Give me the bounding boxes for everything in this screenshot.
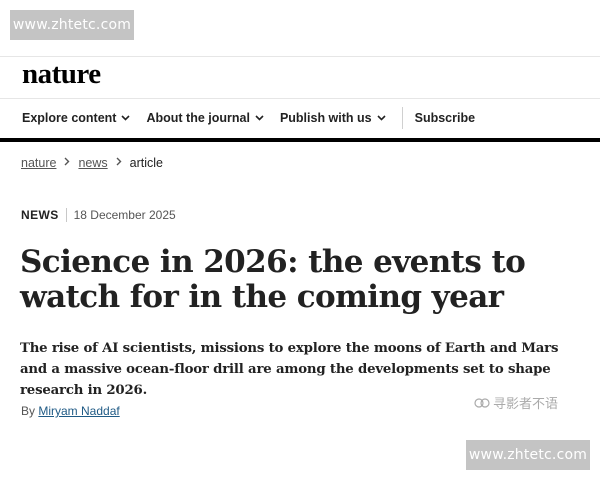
author-link[interactable]: Miryam Naddaf — [38, 404, 119, 418]
byline-prefix: By — [21, 404, 39, 418]
nav-about-the-journal[interactable]: About the journal — [146, 111, 264, 125]
article-meta: NEWS 18 December 2025 — [21, 208, 176, 222]
article-date: 18 December 2025 — [73, 208, 176, 222]
breadcrumb-home-link[interactable]: nature — [21, 156, 56, 170]
chevron-down-icon — [121, 115, 131, 121]
corner-watermark: 寻影者不语 — [474, 393, 558, 412]
breadcrumb: nature news article — [21, 156, 163, 170]
meta-separator — [65, 208, 67, 222]
main-nav: Explore content About the journal Publis… — [22, 100, 491, 136]
nav-subscribe[interactable]: Subscribe — [415, 111, 475, 125]
nav-bottom-bar — [0, 138, 600, 142]
nav-publish-with-us[interactable]: Publish with us — [280, 111, 386, 125]
chevron-down-icon — [255, 115, 264, 121]
watermark-logo-icon — [474, 396, 490, 410]
chevron-right-icon — [116, 157, 122, 169]
corner-watermark-text: 寻影者不语 — [493, 397, 559, 412]
nav-about-label: About the journal — [146, 111, 250, 125]
article-standfirst: The rise of AI scientists, missions to e… — [20, 341, 559, 398]
article-byline: By Miryam Naddaf — [21, 404, 120, 418]
article-type: NEWS — [21, 208, 59, 222]
watermark-bottom: www.zhtetc.com — [466, 440, 590, 470]
breadcrumb-section-link[interactable]: news — [78, 156, 107, 170]
chevron-down-icon — [377, 115, 386, 121]
nav-subscribe-label: Subscribe — [414, 111, 476, 125]
header-divider — [0, 56, 600, 57]
nav-separator — [401, 107, 403, 129]
watermark-top: www.zhtetc.com — [10, 10, 134, 40]
nav-explore-content-label: Explore content — [22, 111, 117, 125]
breadcrumb-current: article — [129, 156, 163, 170]
nav-explore-content[interactable]: Explore content — [22, 111, 131, 125]
nav-publish-label: Publish with us — [279, 111, 372, 125]
article-title: Science in 2026: the events to watch for… — [20, 244, 526, 315]
chevron-right-icon — [64, 157, 70, 169]
nav-top-divider — [0, 98, 600, 99]
nature-logo[interactable]: nature — [22, 58, 101, 91]
